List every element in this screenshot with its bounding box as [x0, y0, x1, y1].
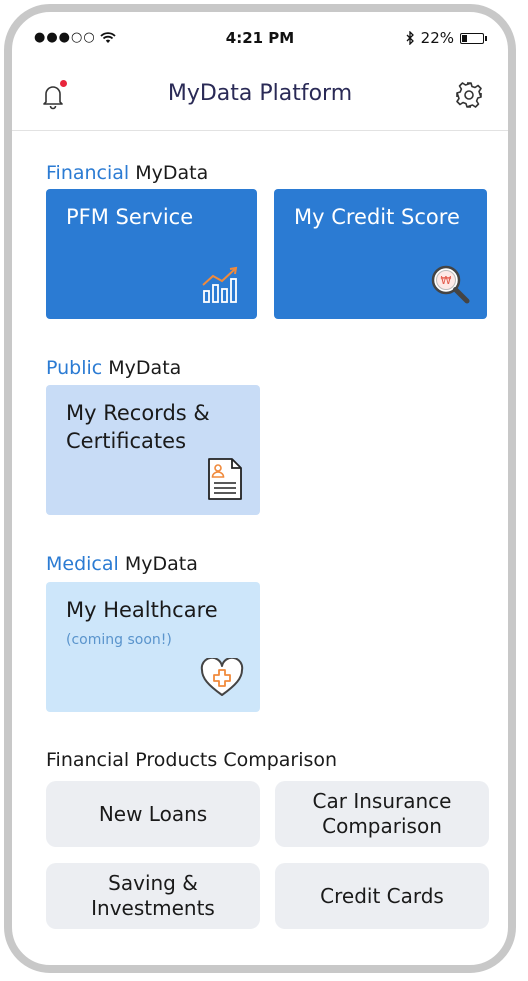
battery-percent: 22%: [420, 29, 454, 47]
records-certificates-label: My Records & Certificates: [66, 401, 210, 453]
car-insurance-button[interactable]: Car Insurance Comparison: [275, 781, 489, 847]
credit-score-label: My Credit Score: [294, 205, 460, 229]
saving-investments-button[interactable]: Saving & Investments: [46, 863, 260, 929]
section-medical-title: Medical MyData: [46, 553, 198, 575]
heart-cross-icon: [200, 658, 244, 696]
won-glyph: ₩: [441, 274, 452, 287]
gear-icon[interactable]: [454, 80, 484, 110]
section-public-title: Public MyData: [46, 357, 181, 379]
healthcare-coming-soon: (coming soon!): [66, 632, 172, 648]
records-certificates-tile[interactable]: My Records & Certificates: [46, 385, 260, 515]
comparison-title: Financial Products Comparison: [46, 749, 338, 771]
magnifier-won-icon: ₩: [431, 265, 470, 304]
app-header: MyData Platform: [12, 68, 508, 131]
section-financial-highlight: Financial: [46, 162, 130, 184]
credit-score-tile[interactable]: My Credit Score ₩: [274, 189, 487, 319]
phone-frame: ●●●○○ 4:21 PM 22% MyData Platform Financ…: [4, 4, 516, 973]
new-loans-button[interactable]: New Loans: [46, 781, 260, 847]
document-icon: [208, 458, 242, 500]
section-financial-title: Financial MyData: [46, 162, 208, 184]
status-right: 22%: [406, 29, 487, 47]
credit-cards-button[interactable]: Credit Cards: [275, 863, 489, 929]
status-bar: ●●●○○ 4:21 PM 22%: [12, 12, 508, 68]
healthcare-tile[interactable]: My Healthcare (coming soon!): [46, 582, 260, 712]
chart-icon: [202, 266, 238, 303]
battery-fill: [462, 34, 467, 42]
page-title: MyData Platform: [167, 81, 353, 106]
section-medical-rest: MyData: [124, 553, 198, 575]
battery-icon: [460, 32, 487, 44]
section-public-rest: MyData: [108, 357, 182, 379]
healthcare-label: My Healthcare: [66, 598, 218, 622]
pfm-service-tile[interactable]: PFM Service: [46, 189, 257, 319]
section-public-highlight: Public: [46, 357, 103, 379]
bluetooth-icon: [406, 31, 414, 45]
section-medical-highlight: Medical: [46, 553, 119, 575]
section-financial-rest: MyData: [135, 162, 209, 184]
pfm-service-label: PFM Service: [66, 205, 194, 229]
